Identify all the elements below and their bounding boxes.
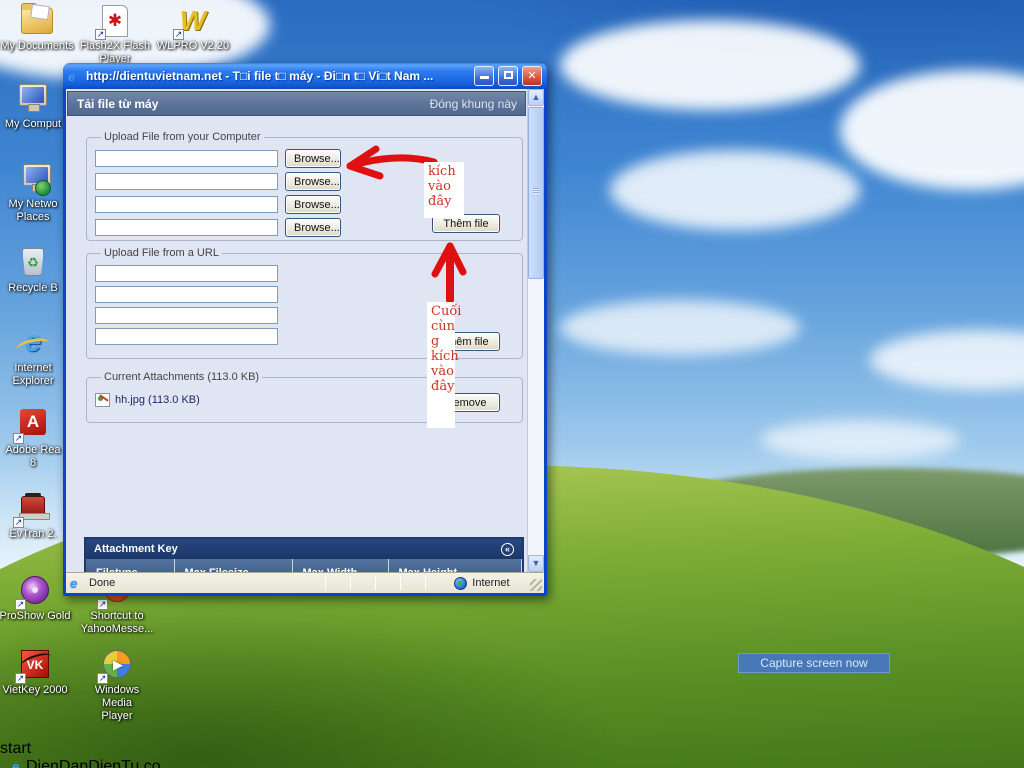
- my-network-places-icon: [15, 162, 51, 196]
- attachment-key-table: Attachment Key « Filetype Max Filesize M…: [84, 537, 524, 572]
- browse-button-4[interactable]: Browse...: [285, 218, 341, 237]
- col-max-height: Max Height: [388, 559, 522, 572]
- evtran-icon: ↗: [13, 492, 51, 528]
- browse-button-3[interactable]: Browse...: [285, 195, 341, 214]
- cloud: [760, 420, 960, 460]
- proshow-gold-icon: ↗: [15, 574, 53, 610]
- attachment-key-title: Attachment Key: [94, 543, 178, 555]
- frame-header: Tải file từ máy Đóng khung này: [67, 91, 526, 116]
- col-max-width: Max Width: [292, 559, 389, 572]
- upload-computer-legend: Upload File from your Computer: [104, 131, 261, 143]
- wlpro-icon: W ↗: [173, 5, 207, 40]
- done-icon: e: [70, 575, 78, 591]
- taskbar: start eDienDanDienTu.co... eĐiện tử Việt…: [0, 740, 1024, 768]
- minimize-button[interactable]: [474, 66, 494, 86]
- desktop-icon-adobe-reader[interactable]: A ↗ Adobe Rea 8: [0, 408, 70, 470]
- taskbar-item-diendandientu[interactable]: e DienDanDienTu.co...: [12, 758, 1024, 768]
- window-titlebar[interactable]: e http://dientuvietnam.net - T□i file t□…: [63, 63, 547, 89]
- browse-button-1[interactable]: Browse...: [285, 149, 341, 168]
- scrollbar-thumb[interactable]: [528, 107, 544, 279]
- current-attachments-fieldset: Current Attachments (113.0 KB) hh.jpg (1…: [86, 371, 523, 423]
- internet-zone-label: Internet: [472, 577, 510, 589]
- cloud: [610, 150, 860, 230]
- red-arrow-up: [431, 242, 467, 304]
- upload-dialog-window: e http://dientuvietnam.net - T□i file t□…: [63, 63, 547, 596]
- cloud: [560, 20, 860, 110]
- start-button[interactable]: start: [0, 740, 1024, 758]
- status-bar: e Done Internet: [66, 572, 544, 593]
- desktop-icon-recycle-bin[interactable]: ♻ Recycle B: [0, 246, 70, 295]
- url-input-1[interactable]: [95, 265, 278, 282]
- window-title: http://dientuvietnam.net - T□i file t□ m…: [86, 69, 434, 83]
- close-frame-link[interactable]: Đóng khung này: [430, 97, 525, 111]
- url-input-4[interactable]: [95, 328, 278, 345]
- vertical-scrollbar[interactable]: ▲ ▼: [527, 89, 544, 572]
- desktop-icon-vietkey[interactable]: VK ↗ VietKey 2000: [0, 648, 72, 697]
- col-filetype: Filetype: [86, 559, 175, 572]
- my-computer-icon: [15, 82, 51, 116]
- desktop-icon-proshow-gold[interactable]: ↗ ProShow Gold: [0, 574, 72, 623]
- file-input-1[interactable]: [95, 150, 278, 167]
- ie-icon: e: [12, 759, 20, 768]
- desktop-icon-windows-media-player[interactable]: ▶ ↗ Windows Media Player: [80, 648, 154, 723]
- maximize-button[interactable]: [498, 66, 518, 86]
- attachment-file-link[interactable]: hh.jpg (113.0 KB): [115, 394, 200, 406]
- scroll-up-arrow[interactable]: ▲: [528, 89, 544, 106]
- file-input-2[interactable]: [95, 173, 278, 190]
- desktop-icon-internet-explorer[interactable]: e Internet Explorer: [0, 326, 70, 388]
- url-input-2[interactable]: [95, 286, 278, 303]
- frame-title: Tải file từ máy: [77, 96, 159, 111]
- status-text: Done: [89, 577, 116, 589]
- col-max-filesize: Max Filesize: [174, 559, 293, 572]
- browse-button-2[interactable]: Browse...: [285, 172, 341, 191]
- recycle-bin-icon: ♻: [15, 246, 51, 280]
- flash2x-icon: ↗: [95, 4, 133, 40]
- scrollbar-track[interactable]: [528, 280, 544, 555]
- desktop-icon-my-documents[interactable]: My Documents: [0, 3, 74, 53]
- my-documents-icon: [19, 3, 55, 38]
- image-file-icon: [95, 393, 110, 407]
- desktop: My Documents ↗ Flash2X Flash Player W↗ W…: [0, 0, 1024, 768]
- internet-explorer-icon: e: [15, 326, 51, 360]
- ie-icon: e: [68, 68, 76, 84]
- desktop-icon-evtran[interactable]: ↗ EvTran 2.: [0, 492, 70, 541]
- desktop-icon-my-computer[interactable]: My Comput: [0, 82, 70, 131]
- file-input-3[interactable]: [95, 196, 278, 213]
- scroll-down-arrow[interactable]: ▼: [528, 555, 544, 572]
- internet-zone-icon: [454, 576, 468, 590]
- current-attachments-legend: Current Attachments (113.0 KB): [104, 371, 260, 383]
- annotation-click-here: kích vào đây: [424, 162, 464, 218]
- resize-grip[interactable]: [530, 579, 542, 591]
- vietkey-icon: VK ↗: [15, 648, 53, 684]
- annotation-finally-click-here: Cuối cùn g kích vào đây: [427, 302, 461, 428]
- close-button[interactable]: ✕: [522, 66, 542, 86]
- windows-media-player-icon: ▶ ↗: [97, 648, 135, 684]
- collapse-icon[interactable]: «: [501, 542, 514, 556]
- capture-screen-button[interactable]: Capture screen now: [738, 653, 890, 673]
- cloud: [560, 300, 800, 355]
- desktop-icon-flash2x[interactable]: ↗ Flash2X Flash Player: [78, 4, 152, 66]
- file-input-4[interactable]: [95, 219, 278, 236]
- upload-url-legend: Upload File from a URL: [104, 247, 219, 259]
- url-input-3[interactable]: [95, 307, 278, 324]
- desktop-icon-wlpro[interactable]: W ↗ WLPRO V2.20: [156, 4, 230, 53]
- adobe-reader-icon: A ↗: [13, 408, 51, 444]
- desktop-icon-my-network-places[interactable]: My Netwo Places: [0, 162, 70, 224]
